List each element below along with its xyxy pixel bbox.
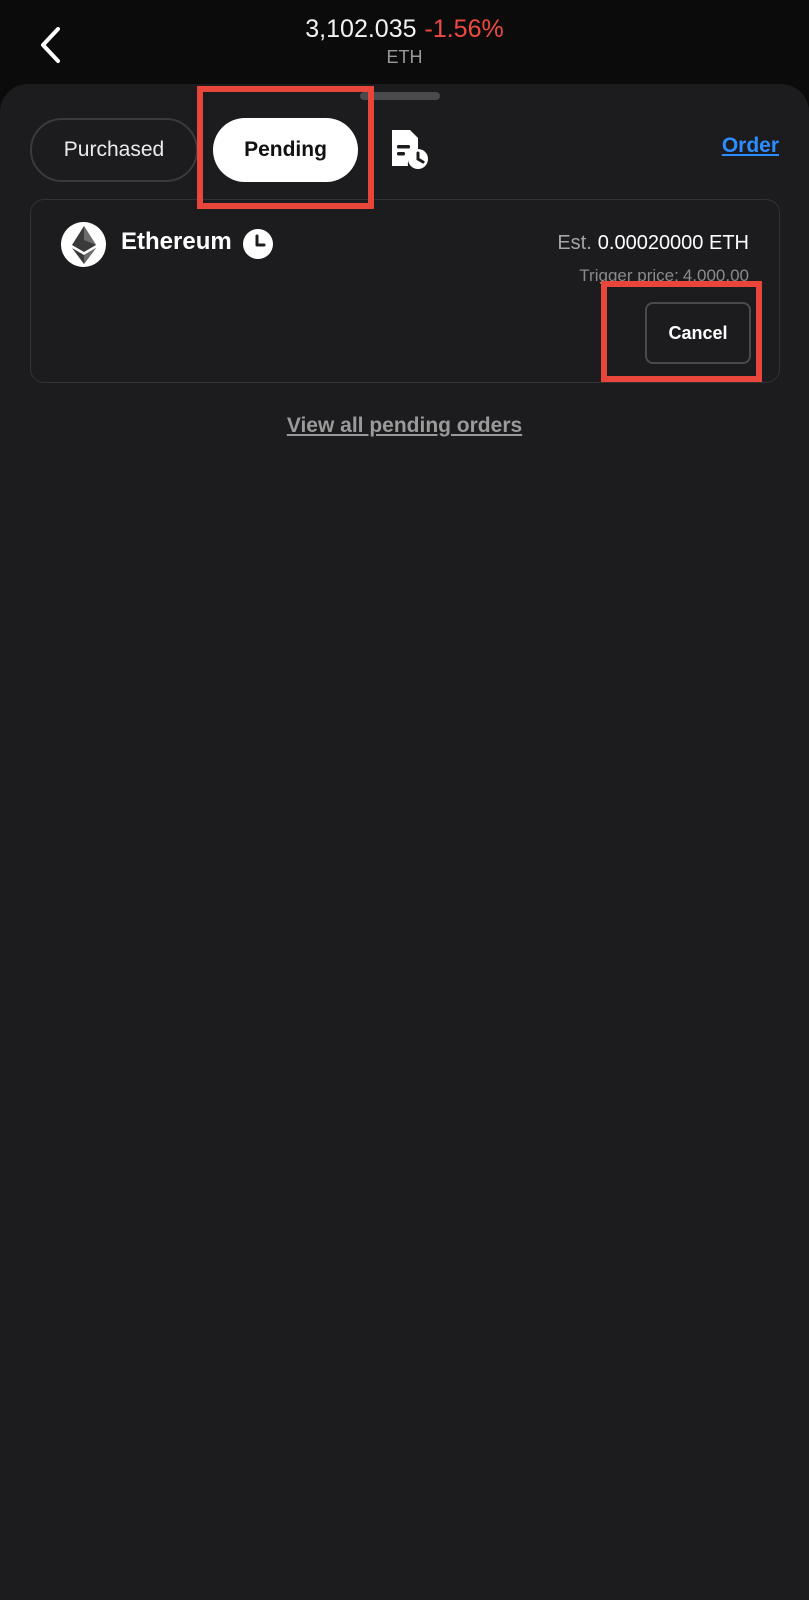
cancel-button[interactable]: Cancel: [645, 302, 751, 364]
top-bar: 3,102.035 -1.56% ETH: [0, 0, 809, 90]
trigger-value: 4,000.00: [682, 266, 749, 285]
bottom-sheet: Purchased Pending Order Ethereum Est. 0.0…: [0, 84, 809, 1600]
ethereum-logo-mark: [71, 225, 96, 264]
trigger-label: Trigger price:: [579, 266, 679, 285]
tab-purchased[interactable]: Purchased: [30, 118, 198, 182]
tab-pending[interactable]: Pending: [213, 118, 358, 182]
asset-name: Ethereum: [121, 228, 232, 255]
ticker-price-line: 3,102.035 -1.56%: [0, 14, 809, 44]
view-all-pending-link[interactable]: View all pending orders: [0, 414, 809, 438]
pending-order-card: Ethereum Est. 0.00020000 ETH Trigger pric…: [30, 199, 780, 383]
estimated-amount: Est. 0.00020000 ETH: [557, 232, 749, 255]
trigger-price: Trigger price: 4,000.00: [579, 266, 749, 286]
price: 3,102.035: [305, 15, 417, 43]
est-amount: 0.00020000 ETH: [597, 232, 749, 254]
ticker-symbol: ETH: [386, 47, 423, 67]
sheet-handle[interactable]: [360, 92, 440, 100]
document-clock-icon[interactable]: [388, 128, 430, 170]
est-label: Est.: [557, 232, 592, 254]
ticker-header: 3,102.035 -1.56% ETH: [0, 14, 809, 68]
price-change: -1.56%: [424, 15, 504, 43]
clock-icon: [243, 229, 273, 259]
order-link[interactable]: Order: [722, 134, 779, 158]
ethereum-logo: [61, 222, 106, 267]
